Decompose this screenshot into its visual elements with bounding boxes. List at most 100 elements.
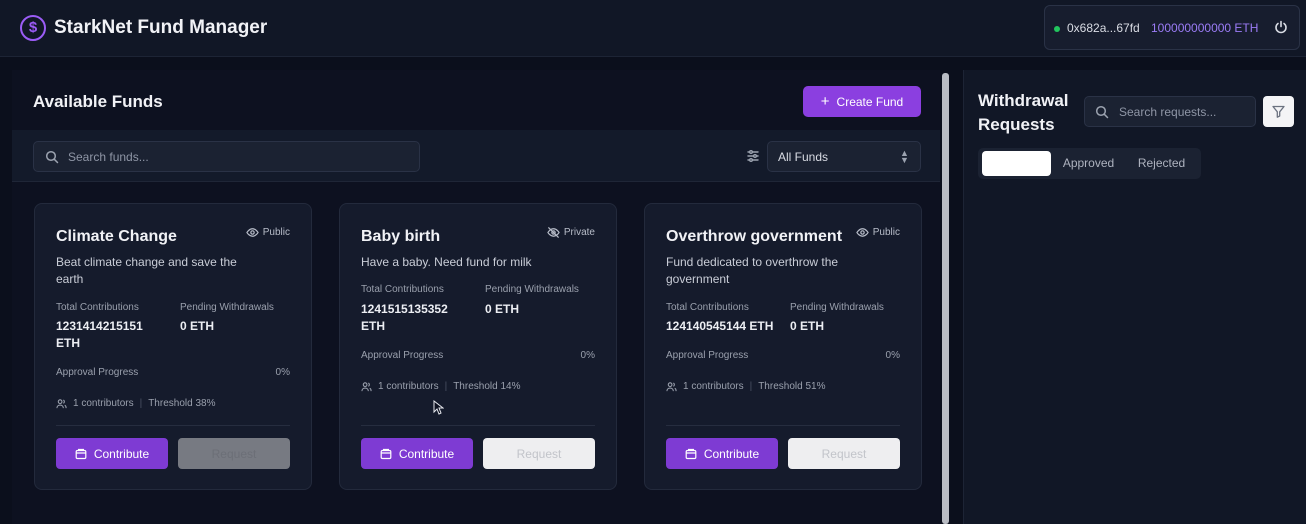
threshold-value: Threshold 38%: [148, 398, 216, 409]
wallet-indicator[interactable]: 0x682a...67fd 100000000000 ETH: [1044, 5, 1300, 50]
filter-lines-icon[interactable]: [746, 149, 760, 163]
contribute-button[interactable]: Contribute: [666, 438, 778, 469]
meta-separator: |: [749, 381, 753, 392]
pending-withdrawals-label: Pending Withdrawals: [180, 302, 274, 313]
request-label: Request: [821, 446, 867, 461]
fund-card: Baby birth Private Have a baby. Need fun…: [339, 203, 617, 490]
mouse-cursor-icon: [433, 400, 444, 415]
request-button[interactable]: Request: [178, 438, 290, 469]
approval-progress-percent: 0%: [580, 350, 595, 361]
fund-title: Overthrow government: [666, 228, 843, 245]
eye-off-icon: [547, 226, 560, 239]
fund-search-box[interactable]: [33, 141, 420, 172]
visibility-badge: Public: [855, 226, 900, 239]
pending-withdrawals-value: 0 ETH: [180, 319, 215, 333]
funnel-icon: [1272, 105, 1285, 118]
visibility-label: Public: [262, 227, 290, 238]
visibility-label: Private: [563, 227, 595, 238]
wallet-address: 0x682a...67fd: [1067, 21, 1140, 35]
tab-rejected[interactable]: Rejected: [1126, 151, 1197, 176]
fund-card: Overthrow government Public Fund dedicat…: [644, 203, 922, 490]
contribute-button[interactable]: Contribute: [56, 438, 168, 469]
contribute-label: Contribute: [703, 446, 760, 461]
withdrawal-requests-title: Withdrawal Requests: [978, 91, 1069, 134]
contributors-count: 1 contributors: [378, 381, 439, 392]
card-divider: [666, 425, 900, 426]
pending-withdrawals-label: Pending Withdrawals: [485, 284, 579, 295]
fund-search-input[interactable]: [68, 148, 408, 166]
visibility-badge: Private: [547, 226, 595, 239]
dollar-coin-icon: $: [20, 15, 46, 41]
fund-description: Fund dedicated to overthrow the governme…: [666, 255, 839, 286]
wallet-icon: [685, 448, 697, 459]
plus-icon: +: [820, 93, 830, 110]
create-fund-button[interactable]: + Create Fund: [803, 86, 921, 117]
request-button[interactable]: Request: [483, 438, 595, 469]
power-icon[interactable]: [1273, 19, 1289, 35]
fund-meta: 1 contributors | Threshold 14%: [361, 381, 520, 392]
fund-filter-value: All Funds: [778, 150, 829, 164]
connected-status-dot: [1054, 26, 1060, 32]
fund-title: Climate Change: [56, 228, 177, 245]
threshold-value: Threshold 14%: [453, 381, 521, 392]
top-header: $ StarkNet Fund Manager 0x682a...67fd 10…: [0, 0, 1306, 57]
meta-separator: |: [444, 381, 448, 392]
visibility-label: Public: [872, 227, 900, 238]
search-icon: [45, 150, 59, 164]
wallet-balance: 100000000000 ETH: [1151, 21, 1259, 35]
fund-meta: 1 contributors | Threshold 38%: [56, 398, 215, 409]
contributors-count: 1 contributors: [73, 398, 134, 409]
total-contributions-label: Total Contributions: [56, 302, 139, 313]
wallet-icon: [380, 448, 392, 459]
app-title: StarkNet Fund Manager: [54, 17, 268, 38]
contribute-label: Contribute: [398, 446, 455, 461]
total-contributions-value: 124140545144 ETH: [666, 319, 774, 333]
approval-progress-label: Approval Progress: [56, 367, 139, 378]
fund-meta: 1 contributors | Threshold 51%: [666, 381, 825, 392]
total-contributions-value: 1241515135352 ETH: [361, 302, 448, 333]
request-search-box[interactable]: [1084, 96, 1256, 127]
contribute-label: Contribute: [93, 446, 150, 461]
request-label: Request: [211, 446, 257, 461]
total-contributions-label: Total Contributions: [666, 302, 749, 313]
updown-chevron-icon: ▲ ▼: [900, 148, 909, 165]
contribute-button[interactable]: Contribute: [361, 438, 473, 469]
fund-card: Climate Change Public Beat climate chang…: [34, 203, 312, 490]
contributors-count: 1 contributors: [683, 381, 744, 392]
tab-approved[interactable]: Approved: [1054, 151, 1123, 176]
approval-progress-label: Approval Progress: [666, 350, 749, 361]
pending-withdrawals-label: Pending Withdrawals: [790, 302, 884, 313]
fund-title: Baby birth: [361, 228, 441, 245]
card-divider: [361, 425, 595, 426]
pending-withdrawals-value: 0 ETH: [790, 319, 825, 333]
users-icon: [361, 382, 372, 392]
users-icon: [666, 382, 677, 392]
tab-pending[interactable]: Pending: [982, 151, 1051, 176]
threshold-value: Threshold 51%: [758, 381, 826, 392]
request-label: Request: [516, 446, 562, 461]
total-contributions-label: Total Contributions: [361, 284, 444, 295]
panel-scrollbar[interactable]: [942, 73, 949, 524]
filter-button[interactable]: [1263, 96, 1294, 127]
available-funds-title: Available Funds: [33, 92, 163, 111]
approval-progress-percent: 0%: [275, 367, 290, 378]
eye-icon: [245, 228, 259, 237]
approval-progress-label: Approval Progress: [361, 350, 444, 361]
withdrawal-panel: [963, 70, 1306, 524]
total-contributions-value: 1231414215151 ETH: [56, 319, 143, 350]
card-divider: [56, 425, 290, 426]
users-icon: [56, 399, 67, 409]
search-icon: [1095, 105, 1109, 119]
create-fund-label: Create Fund: [836, 94, 904, 109]
fund-description: Have a baby. Need fund for milk: [361, 255, 532, 269]
request-search-input[interactable]: [1119, 103, 1251, 121]
meta-separator: |: [139, 398, 143, 409]
request-button[interactable]: Request: [788, 438, 900, 469]
wallet-icon: [75, 448, 87, 459]
fund-filter-select[interactable]: All Funds ▲ ▼: [767, 141, 921, 172]
request-status-tabs: Pending Approved Rejected: [978, 148, 1201, 179]
eye-icon: [855, 228, 869, 237]
approval-progress-percent: 0%: [885, 350, 900, 361]
visibility-badge: Public: [245, 226, 290, 239]
pending-withdrawals-value: 0 ETH: [485, 302, 520, 316]
